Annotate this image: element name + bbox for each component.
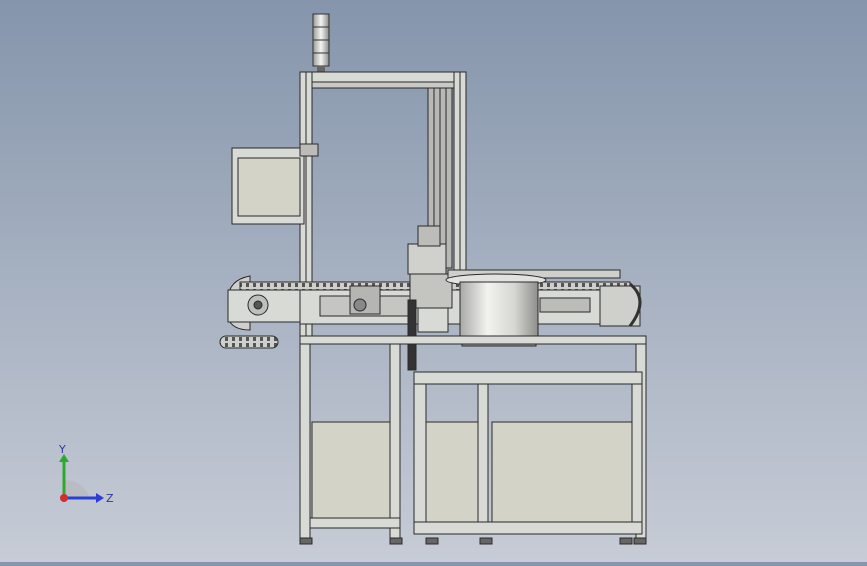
triad-plane [64,479,90,498]
leveling-feet [299,537,647,545]
z-axis-label: Z [106,492,114,505]
machine-drawing [219,13,647,545]
lower-cabinet-right [413,371,643,535]
x-axis-origin [60,494,68,502]
press-station [407,225,453,371]
y-axis-label: Y [58,443,66,456]
signal-tower-lamp [312,13,330,72]
cad-viewport[interactable] [0,0,867,562]
coordinate-triad: Y Z [58,443,114,505]
